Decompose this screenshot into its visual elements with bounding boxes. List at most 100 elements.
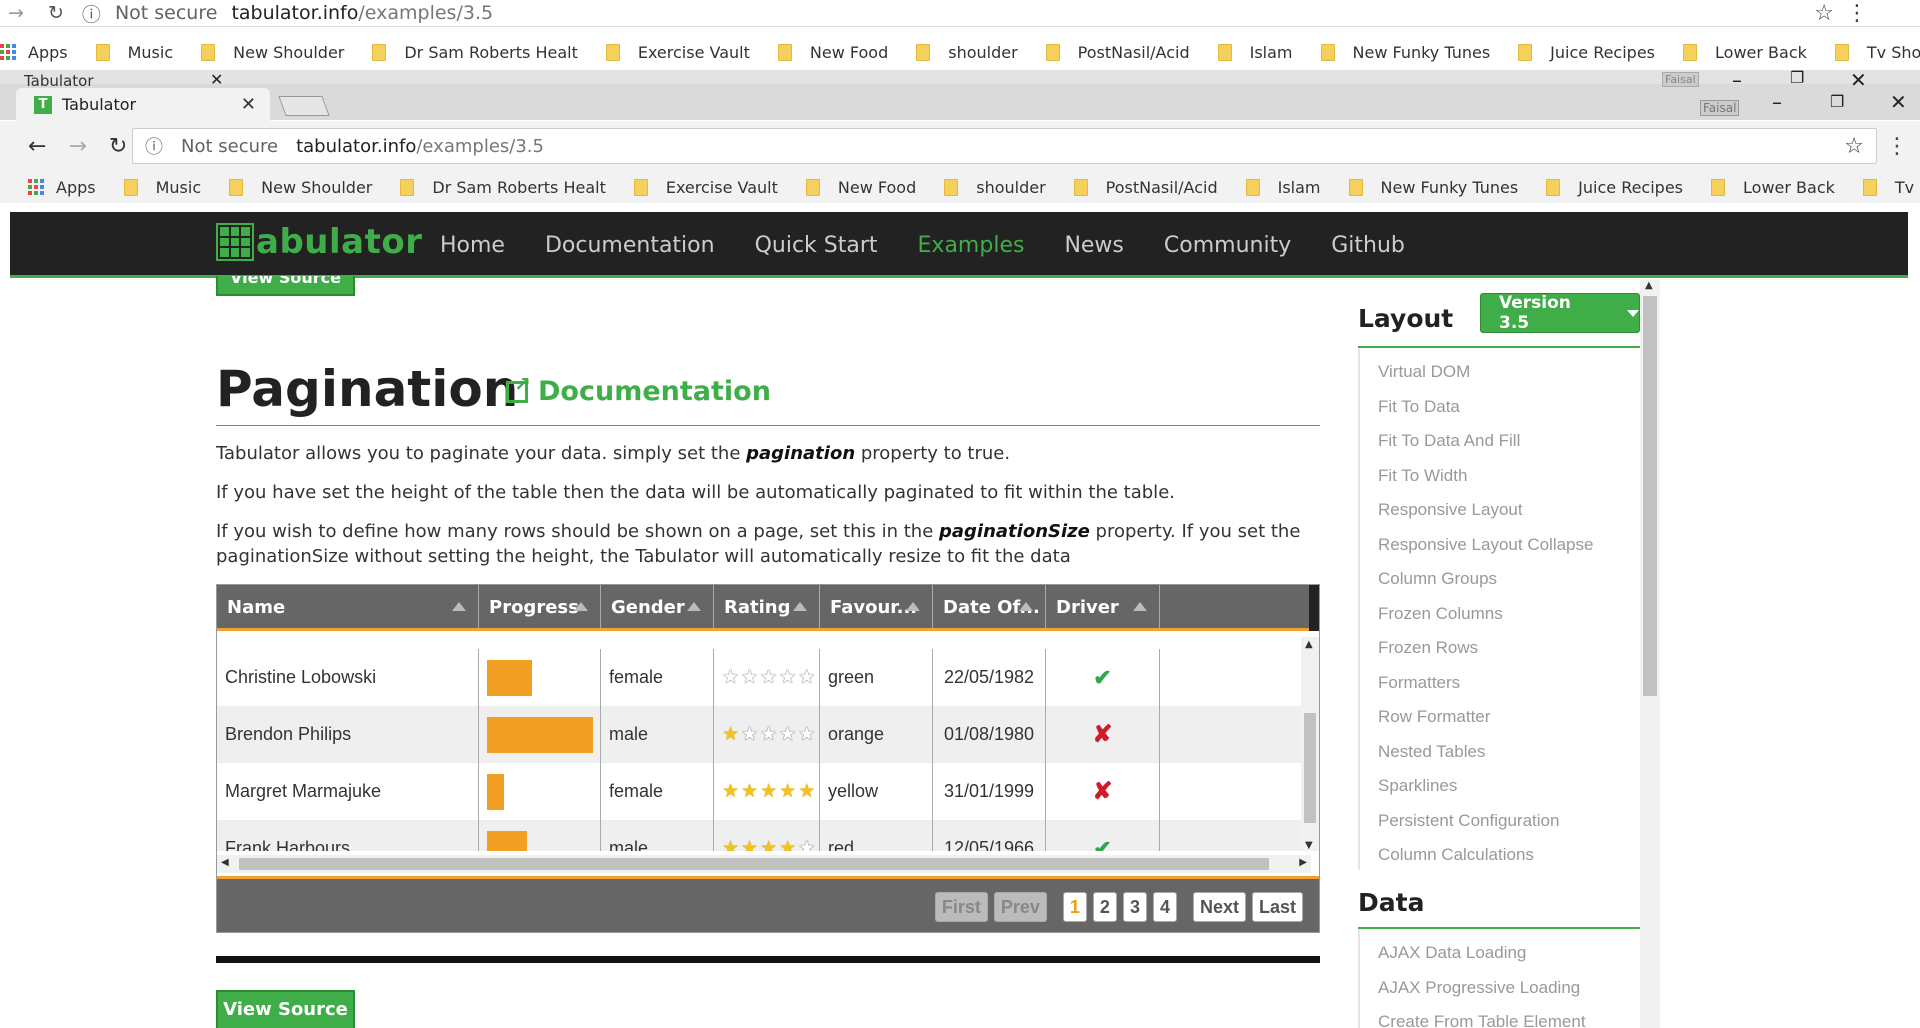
table-row[interactable]: Margret Marmajuke female ★ ★ ★ ★ ★ yellow 31/01/… [217, 763, 1311, 820]
scrollbar-thumb[interactable] [1643, 296, 1657, 696]
sort-arrow-icon[interactable] [793, 602, 807, 611]
outer-minimize-icon[interactable]: – [1732, 68, 1742, 92]
scrollbar-thumb[interactable] [239, 858, 1269, 870]
nav-link-home[interactable]: Home [440, 233, 505, 258]
outer-close-icon[interactable]: ✕ [1850, 68, 1867, 92]
scrollbar-thumb[interactable] [1304, 713, 1316, 823]
pager-page-button[interactable]: 1 [1062, 892, 1087, 922]
sidebar-item-fit-to-data[interactable]: Fit To Data [1378, 390, 1593, 425]
bookmark-folder[interactable]: shoulder [916, 43, 1018, 62]
sidebar-item-virtual-dom[interactable]: Virtual DOM [1378, 355, 1593, 390]
column-header[interactable]: Progress [479, 585, 601, 628]
inner-restore-icon[interactable]: ❐ [1830, 92, 1844, 111]
omnibox[interactable]: ⓘ Not secure tabulator.info/examples/3.5… [132, 128, 1877, 164]
reload-icon[interactable]: ↻ [109, 134, 127, 159]
sidebar-item-fit-to-data-and-fill[interactable]: Fit To Data And Fill [1378, 424, 1593, 459]
sidebar-item-fit-to-width[interactable]: Fit To Width [1378, 459, 1593, 494]
sidebar-item-row-formatter[interactable]: Row Formatter [1378, 700, 1593, 735]
outer-tab-close-icon[interactable]: ✕ [210, 70, 223, 89]
bookmark-folder[interactable]: Lower Back [1683, 43, 1807, 62]
pager-next-button[interactable]: Next [1192, 892, 1246, 922]
bookmark-folder[interactable]: Music [123, 178, 201, 197]
bookmark-folder[interactable]: New Food [805, 178, 916, 197]
bookmark-folder[interactable]: Tv Shows [1834, 43, 1920, 62]
outer-restore-icon[interactable]: ❐ [1790, 68, 1804, 87]
bookmark-folder[interactable]: shoulder [944, 178, 1046, 197]
sidebar-item-create-from-table-element[interactable]: Create From Table Element [1378, 1005, 1586, 1028]
bookmark-star-icon[interactable]: ☆ [1844, 134, 1864, 159]
bookmark-folder[interactable]: Dr Sam Roberts Healt [372, 43, 578, 62]
tabulator-logo[interactable]: abulator [216, 222, 422, 262]
sidebar-item-frozen-rows[interactable]: Frozen Rows [1378, 631, 1593, 666]
bookmark-apps[interactable]: Apps [28, 178, 96, 197]
forward-icon[interactable]: → [68, 134, 86, 159]
column-header[interactable]: Date Of... [933, 585, 1046, 628]
outer-user-badge[interactable]: Faisal [1662, 72, 1699, 87]
bookmark-folder[interactable]: New Funky Tunes [1320, 43, 1490, 62]
bookmark-folder[interactable]: New Shoulder [201, 43, 344, 62]
bookmark-folder[interactable]: Exercise Vault [633, 178, 778, 197]
table-vertical-scrollbar[interactable]: ▲ ▼ [1301, 637, 1319, 851]
pager-last-button[interactable]: Last [1251, 892, 1303, 922]
table-row[interactable]: Brendon Philips male ★ ★ ★ ★ ★ orange 01/08/1980… [217, 706, 1311, 763]
sidebar-item-persistent-configuration[interactable]: Persistent Configuration [1378, 804, 1593, 839]
bookmark-folder[interactable]: Dr Sam Roberts Healt [400, 178, 606, 197]
pager-first-button[interactable]: First [934, 892, 988, 922]
menu-dots-icon[interactable]: ⋮ [1846, 1, 1868, 26]
bookmark-folder[interactable]: Islam [1217, 43, 1293, 62]
sidebar-item-ajax-data-loading[interactable]: AJAX Data Loading [1378, 936, 1586, 971]
bookmark-folder[interactable]: Islam [1245, 178, 1321, 197]
bookmark-folder[interactable]: New Shoulder [229, 178, 372, 197]
column-header[interactable]: Name [217, 585, 479, 628]
sidebar-item-responsive-layout-collapse[interactable]: Responsive Layout Collapse [1378, 528, 1593, 563]
scroll-up-arrow-icon[interactable]: ▲ [1305, 639, 1313, 650]
sort-arrow-icon[interactable] [452, 602, 466, 611]
column-header[interactable]: Favour... [820, 585, 933, 628]
bookmark-folder[interactable]: New Food [777, 43, 888, 62]
bookmark-folder[interactable]: New Funky Tunes [1348, 178, 1518, 197]
sort-arrow-icon[interactable] [687, 602, 701, 611]
bookmark-folder[interactable]: Juice Recipes [1518, 43, 1655, 62]
table-row[interactable]: Christine Lobowski female ★ ★ ★ ★ ★ green 22/05/… [217, 649, 1311, 706]
url-text[interactable]: tabulator.info/examples/3.5 [231, 2, 493, 24]
info-icon[interactable]: ⓘ [145, 133, 163, 159]
pager-page-button[interactable]: 3 [1122, 892, 1147, 922]
column-header[interactable]: Gender [601, 585, 714, 628]
inner-close-icon[interactable]: ✕ [1890, 90, 1907, 114]
nav-link-community[interactable]: Community [1164, 233, 1291, 258]
nav-link-documentation[interactable]: Documentation [545, 233, 715, 258]
browser-tab[interactable]: T Tabulator ✕ [16, 88, 270, 121]
sidebar-item-frozen-columns[interactable]: Frozen Columns [1378, 597, 1593, 632]
column-header[interactable]: Rating [714, 585, 820, 628]
sidebar-item-formatters[interactable]: Formatters [1378, 666, 1593, 701]
nav-link-github[interactable]: Github [1331, 233, 1405, 258]
bookmark-folder[interactable]: Lower Back [1711, 178, 1835, 197]
bookmark-folder[interactable]: Music [95, 43, 173, 62]
sidebar-item-nested-tables[interactable]: Nested Tables [1378, 735, 1593, 770]
view-source-button[interactable]: View Source [216, 990, 355, 1028]
bookmark-folder[interactable]: Juice Recipes [1546, 178, 1683, 197]
info-icon[interactable]: ⓘ [82, 0, 101, 27]
table-row[interactable]: Frank Harbours male ★ ★ ★ ★ ★ red 12/05/1966 ✔ [217, 820, 1311, 851]
version-dropdown[interactable]: Version 3.5 [1480, 293, 1640, 333]
scroll-left-arrow-icon[interactable]: ◀ [221, 857, 229, 868]
sort-arrow-icon[interactable] [906, 602, 920, 611]
scroll-down-arrow-icon[interactable]: ▼ [1305, 840, 1313, 851]
bookmark-folder[interactable]: Tv Shows [1862, 178, 1920, 197]
scroll-up-arrow-icon[interactable]: ▲ [1645, 280, 1653, 291]
sort-arrow-icon[interactable] [1019, 602, 1033, 611]
tab-close-icon[interactable]: ✕ [241, 94, 256, 115]
table-horizontal-scrollbar[interactable]: ◀ ▶ [217, 855, 1311, 873]
menu-dots-icon[interactable]: ⋮ [1886, 134, 1908, 159]
nav-link-examples[interactable]: Examples [918, 233, 1025, 258]
sidebar-item-sparklines[interactable]: Sparklines [1378, 769, 1593, 804]
column-header[interactable]: Driver [1046, 585, 1160, 628]
reload-icon[interactable]: ↻ [48, 2, 64, 24]
inner-minimize-icon[interactable]: – [1772, 90, 1782, 114]
new-tab-button[interactable] [278, 96, 330, 116]
documentation-link[interactable]: Documentation [506, 372, 771, 407]
bookmark-folder[interactable]: PostNasil/Acid [1073, 178, 1218, 197]
bookmark-folder[interactable]: Exercise Vault [605, 43, 750, 62]
back-icon[interactable]: ← [28, 134, 46, 159]
sidebar-item-column-groups[interactable]: Column Groups [1378, 562, 1593, 597]
